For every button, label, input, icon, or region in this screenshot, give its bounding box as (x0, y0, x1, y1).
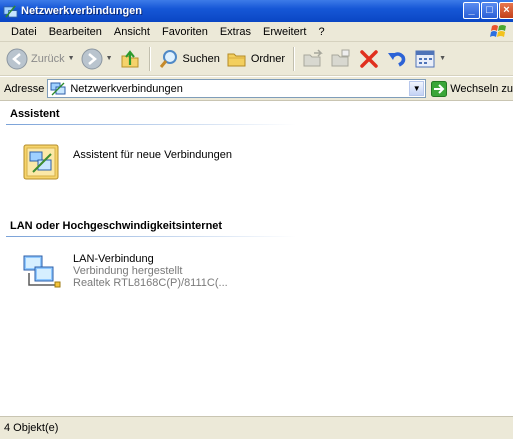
views-icon (415, 50, 435, 67)
back-arrow-icon (6, 48, 28, 69)
group-divider (6, 236, 296, 237)
folders-icon (227, 53, 246, 66)
go-label: Wechseln zu (450, 82, 513, 95)
copy-to-icon (331, 49, 350, 66)
window-title: Netzwerkverbindungen (21, 5, 143, 17)
wizard-icon (23, 144, 59, 180)
address-input[interactable]: Netzwerkverbindungen ▼ (47, 79, 427, 98)
menu-advanced[interactable]: Erweitert (257, 26, 312, 38)
windows-logo-icon (490, 25, 506, 37)
delete-button[interactable] (355, 45, 383, 73)
menu-bar: Datei Bearbeiten Ansicht Favoriten Extra… (0, 22, 513, 42)
network-connections-icon (50, 82, 66, 95)
folders-label: Ordner (250, 52, 286, 65)
title-bar: Netzwerkverbindungen _ □ × (0, 0, 513, 22)
copy-to-button[interactable] (327, 45, 355, 73)
views-button[interactable]: ▼ (411, 45, 449, 73)
menu-edit[interactable]: Bearbeiten (43, 26, 108, 38)
connection-device: Realtek RTL8168C(P)/8111C(... (73, 277, 228, 289)
go-button[interactable]: Wechseln zu (431, 80, 513, 97)
content-area: Assistent Assistent für neue Verbindunge… (0, 101, 513, 416)
move-to-button[interactable] (299, 45, 327, 73)
menu-help[interactable]: ? (312, 26, 330, 38)
go-arrow-icon (431, 80, 448, 97)
address-label: Adresse (4, 82, 45, 95)
menu-view[interactable]: Ansicht (108, 26, 156, 38)
forward-dropdown-icon[interactable]: ▼ (106, 55, 113, 62)
item-new-connection-wizard[interactable]: Assistent für neue Verbindungen (21, 142, 232, 182)
address-bar: Adresse Netzwerkverbindungen ▼ Wechseln … (0, 77, 513, 101)
search-label: Suchen (182, 52, 220, 65)
up-folder-button[interactable] (116, 45, 144, 73)
toolbar-separator (293, 46, 295, 71)
views-dropdown-icon[interactable]: ▼ (439, 55, 446, 62)
minimize-button[interactable]: _ (463, 2, 480, 19)
undo-button[interactable] (383, 45, 411, 73)
group-header-wizard: Assistent (10, 108, 60, 120)
status-bar: 4 Objekt(e) (0, 416, 513, 439)
status-text: 4 Objekt(e) (4, 422, 59, 434)
undo-icon (388, 51, 406, 67)
forward-button[interactable]: ▼ (78, 45, 116, 73)
menu-favorites[interactable]: Favoriten (156, 26, 214, 38)
toolbar: Zurück ▼ ▼ Suchen Ordner ▼ (0, 42, 513, 76)
toolbar-separator (148, 46, 150, 71)
delete-icon (360, 49, 378, 68)
item-label: Assistent für neue Verbindungen (73, 149, 233, 161)
up-folder-icon (121, 49, 138, 67)
address-dropdown-button[interactable]: ▼ (409, 81, 425, 96)
address-value: Netzwerkverbindungen (70, 82, 183, 95)
search-icon (159, 49, 177, 68)
maximize-button[interactable]: □ (481, 2, 498, 19)
network-connection-icon (23, 255, 61, 288)
group-header-lan: LAN oder Hochgeschwindigkeitsinternet (10, 220, 223, 232)
network-folder-icon (3, 4, 18, 18)
forward-arrow-icon (81, 48, 103, 69)
item-lan-connection[interactable]: LAN-Verbindung Verbindung hergestellt Re… (21, 251, 228, 291)
menu-tools[interactable]: Extras (214, 26, 257, 38)
back-button[interactable]: Zurück ▼ (3, 45, 78, 73)
connection-status: Verbindung hergestellt (73, 265, 183, 277)
connection-name: LAN-Verbindung (73, 253, 154, 265)
search-button[interactable]: Suchen (155, 45, 223, 73)
menu-file[interactable]: Datei (5, 26, 43, 38)
folders-button[interactable]: Ordner (223, 45, 288, 73)
back-dropdown-icon[interactable]: ▼ (68, 55, 75, 62)
move-to-icon (303, 48, 323, 66)
back-label: Zurück (31, 52, 65, 65)
group-divider (6, 124, 296, 125)
close-button[interactable]: × (499, 2, 513, 19)
